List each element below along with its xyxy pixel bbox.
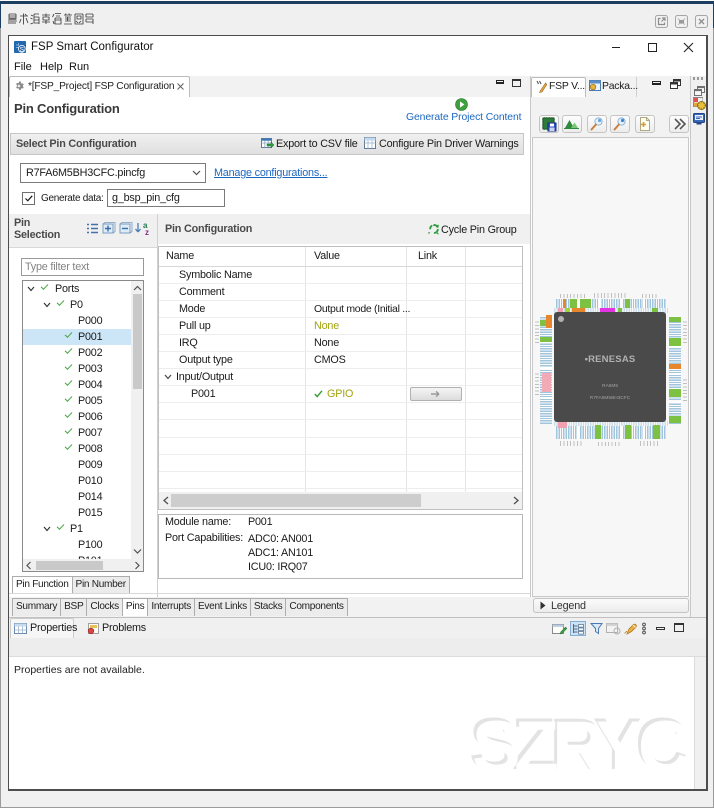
svg-text:S: S xyxy=(20,46,25,53)
svg-text:z: z xyxy=(145,228,149,235)
